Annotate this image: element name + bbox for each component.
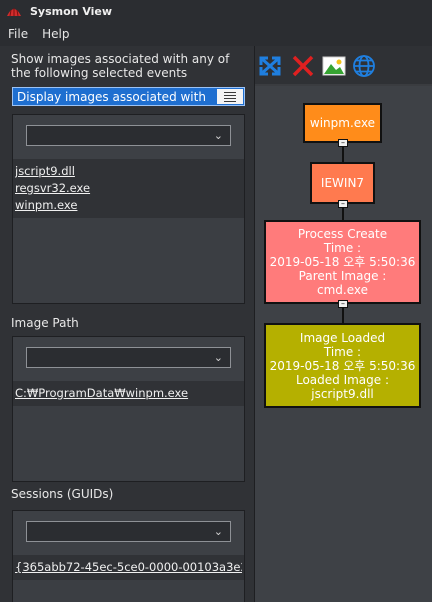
- display-mode-value: Display images associated with: [17, 89, 206, 104]
- expand-icon[interactable]: [257, 54, 283, 78]
- node-line: Parent Image :: [298, 269, 387, 283]
- menu-help[interactable]: Help: [42, 27, 69, 41]
- image-path-list: C:₩ProgramData₩winpm.exe: [13, 381, 244, 406]
- menu-bar: File Help: [0, 24, 432, 44]
- graph-toolbar: [255, 46, 432, 84]
- node-line: Time :: [323, 241, 362, 255]
- collapse-toggle[interactable]: –: [338, 300, 348, 308]
- node-line: Loaded Image :: [295, 372, 390, 387]
- node-line: 2019-05-18 오후 5:50:36: [269, 255, 416, 269]
- globe-icon[interactable]: [351, 54, 377, 78]
- node-line: IEWIN7: [320, 176, 365, 190]
- node-line: winpm.exe: [309, 116, 376, 130]
- sessions-list: {365abb72-45ec-5ce0-0000-00103a3e24: [13, 555, 244, 580]
- image-item[interactable]: jscript9.dll: [15, 163, 242, 180]
- event-graph: winpm.exe – IEWIN7 – Process Create Time…: [255, 86, 432, 602]
- process-create-node[interactable]: Process Create Time : 2019-05-18 오후 5:50…: [264, 220, 421, 304]
- display-mode-select[interactable]: Display images associated with: [12, 87, 245, 106]
- image-item[interactable]: winpm.exe: [15, 197, 242, 214]
- host-node[interactable]: IEWIN7: [310, 162, 375, 204]
- images-combo[interactable]: ⌄: [26, 125, 231, 146]
- chevron-down-icon: ⌄: [213, 525, 223, 538]
- image-path-item[interactable]: C:₩ProgramData₩winpm.exe: [15, 385, 242, 402]
- node-line: 2019-05-18 오후 5:50:36: [269, 358, 416, 373]
- list-icon[interactable]: [217, 89, 243, 104]
- app-title: Sysmon View: [30, 4, 113, 18]
- node-line: jscript9.dll: [311, 386, 374, 401]
- images-panel: ⌄ jscript9.dll regsvr32.exe winpm.exe: [12, 114, 245, 304]
- red-dome-icon: [7, 8, 21, 17]
- node-line: Time :: [323, 344, 362, 359]
- image-loaded-node[interactable]: Image Loaded Time : 2019-05-18 오후 5:50:3…: [264, 323, 421, 408]
- close-icon[interactable]: [290, 54, 316, 78]
- node-line: Process Create: [297, 227, 388, 241]
- title-bar: Sysmon View: [0, 0, 432, 22]
- sessions-label: Sessions (GUIDs): [11, 487, 114, 501]
- images-list: jscript9.dll regsvr32.exe winpm.exe: [13, 159, 244, 218]
- image-path-panel: ⌄ C:₩ProgramData₩winpm.exe: [12, 336, 245, 482]
- session-item[interactable]: {365abb72-45ec-5ce0-0000-00103a3e24: [15, 559, 242, 576]
- image-icon[interactable]: [321, 54, 347, 78]
- chevron-down-icon: ⌄: [213, 351, 223, 364]
- node-line: Image Loaded: [299, 330, 386, 345]
- image-item[interactable]: regsvr32.exe: [15, 180, 242, 197]
- image-path-combo[interactable]: ⌄: [26, 347, 231, 368]
- menu-file[interactable]: File: [8, 27, 28, 41]
- chevron-down-icon: ⌄: [213, 129, 223, 142]
- collapse-toggle[interactable]: –: [338, 139, 348, 147]
- left-pane: Show images associated with any of the f…: [0, 46, 254, 602]
- collapse-toggle[interactable]: –: [338, 200, 348, 208]
- right-pane: winpm.exe – IEWIN7 – Process Create Time…: [254, 46, 432, 602]
- node-line: cmd.exe: [316, 283, 368, 297]
- process-node[interactable]: winpm.exe: [303, 103, 382, 143]
- sessions-combo[interactable]: ⌄: [26, 521, 231, 542]
- filter-description: Show images associated with any of the f…: [11, 52, 230, 80]
- image-path-label: Image Path: [11, 316, 79, 330]
- sessions-panel: ⌄ {365abb72-45ec-5ce0-0000-00103a3e24: [12, 510, 245, 602]
